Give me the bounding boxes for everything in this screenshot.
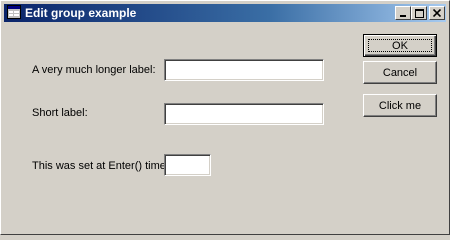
short-label-input[interactable]	[164, 103, 324, 125]
window-title: Edit group example	[25, 6, 137, 20]
cancel-button[interactable]: Cancel	[363, 61, 437, 84]
ok-button[interactable]: OK	[363, 34, 437, 57]
cancel-button-label: Cancel	[382, 66, 418, 79]
close-button[interactable]	[429, 6, 445, 20]
focus-rectangle	[368, 39, 432, 52]
click-me-button[interactable]: Click me	[363, 94, 437, 117]
long-label-input[interactable]	[164, 59, 324, 81]
minimize-button[interactable]	[395, 6, 411, 20]
dialog-window: Edit group example A very much longer la…	[0, 0, 450, 235]
title-bar[interactable]: Edit group example	[4, 4, 446, 22]
enter-time-input[interactable]	[164, 154, 211, 176]
click-me-button-label: Click me	[378, 99, 422, 112]
maximize-icon	[414, 8, 424, 18]
field-label-short: Short label:	[32, 107, 88, 119]
field-label-enter-time: This was set at Enter() time:	[32, 160, 169, 172]
close-icon	[433, 9, 441, 17]
minimize-icon	[400, 15, 406, 17]
maximize-button[interactable]	[411, 6, 427, 20]
field-label-long: A very much longer label:	[32, 64, 156, 76]
app-window-icon[interactable]	[7, 5, 21, 19]
